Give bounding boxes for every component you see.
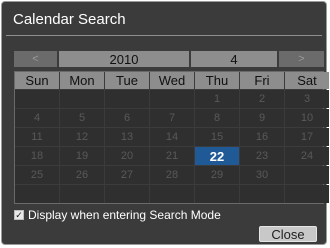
calendar-day[interactable]: 10: [285, 109, 329, 127]
calendar-empty-cell: [60, 185, 104, 203]
calendar-day[interactable]: 21: [150, 147, 194, 165]
weekday-header: Sat: [285, 72, 329, 89]
weekday-header: Tue: [105, 72, 149, 89]
calendar-empty-cell: [285, 166, 329, 184]
title-divider: [6, 35, 322, 36]
calendar-empty-cell: [60, 90, 104, 108]
calendar-empty-cell: [15, 90, 59, 108]
weekday-header: Sun: [15, 72, 59, 89]
dialog-title: Calendar Search: [13, 11, 126, 28]
close-button[interactable]: Close: [259, 226, 317, 242]
calendar-day[interactable]: 5: [60, 109, 104, 127]
next-month-button[interactable]: >: [279, 51, 324, 67]
calendar-day[interactable]: 16: [240, 128, 284, 146]
calendar-day[interactable]: 2: [240, 90, 284, 108]
display-option-label: Display when entering Search Mode: [28, 208, 221, 222]
calendar-day[interactable]: 7: [150, 109, 194, 127]
calendar-day[interactable]: 28: [150, 166, 194, 184]
chevron-left-icon: <: [32, 53, 39, 65]
calendar-day[interactable]: 22: [195, 147, 239, 165]
calendar-day[interactable]: 14: [150, 128, 194, 146]
calendar-day[interactable]: 18: [15, 147, 59, 165]
calendar-day[interactable]: 13: [105, 128, 149, 146]
calendar-empty-cell: [15, 185, 59, 203]
weekday-header: Mon: [60, 72, 104, 89]
calendar-day[interactable]: 25: [15, 166, 59, 184]
calendar-empty-cell: [150, 90, 194, 108]
calendar-empty-cell: [150, 185, 194, 203]
display-checkbox[interactable]: ✓: [14, 210, 24, 220]
calendar-day[interactable]: 9: [240, 109, 284, 127]
calendar-day[interactable]: 24: [285, 147, 329, 165]
calendar-nav: < 2010 4 >: [14, 51, 324, 67]
calendar-empty-cell: [240, 185, 284, 203]
calendar-day[interactable]: 23: [240, 147, 284, 165]
calendar-day[interactable]: 12: [60, 128, 104, 146]
month-field[interactable]: 4: [191, 51, 277, 67]
calendar-day[interactable]: 11: [15, 128, 59, 146]
calendar-empty-cell: [285, 185, 329, 203]
calendar-empty-cell: [195, 185, 239, 203]
calendar-day[interactable]: 15: [195, 128, 239, 146]
weekday-header: Wed: [150, 72, 194, 89]
calendar-day[interactable]: 27: [105, 166, 149, 184]
calendar-day[interactable]: 1: [195, 90, 239, 108]
calendar-day[interactable]: 6: [105, 109, 149, 127]
calendar-day[interactable]: 19: [60, 147, 104, 165]
calendar-day[interactable]: 29: [195, 166, 239, 184]
calendar-day[interactable]: 4: [15, 109, 59, 127]
calendar-day[interactable]: 8: [195, 109, 239, 127]
calendar-day[interactable]: 3: [285, 90, 329, 108]
prev-month-button[interactable]: <: [14, 51, 57, 67]
chevron-right-icon: >: [298, 53, 305, 65]
calendar-day[interactable]: 30: [240, 166, 284, 184]
display-option[interactable]: ✓ Display when entering Search Mode: [14, 208, 221, 222]
year-field[interactable]: 2010: [59, 51, 189, 67]
calendar-day[interactable]: 17: [285, 128, 329, 146]
calendar-day[interactable]: 26: [60, 166, 104, 184]
calendar-empty-cell: [105, 90, 149, 108]
weekday-header: Fri: [240, 72, 284, 89]
weekday-header: Thu: [195, 72, 239, 89]
calendar-grid: Sun Mon Tue Wed Thu Fri Sat 1 2 3 4 5 6 7 8 9 10 11 12 13 14…: [14, 71, 329, 204]
calendar-empty-cell: [105, 185, 149, 203]
calendar-day[interactable]: 20: [105, 147, 149, 165]
